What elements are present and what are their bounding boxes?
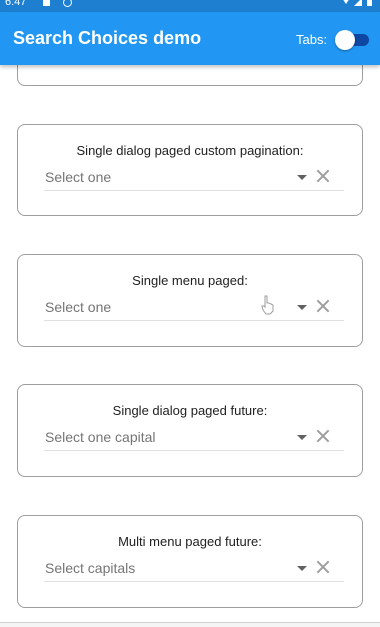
dropdown-arrow-icon[interactable] [297,566,307,571]
app-title: Search Choices demo [13,28,202,48]
card-single-menu-paged: Single menu paged: Select one [17,254,363,347]
select-field[interactable]: Select capitals [44,554,344,582]
bottom-edge [0,622,380,627]
card-partial [17,65,363,86]
switch-thumb [335,30,355,50]
card-single-dialog-custom-pagination: Single dialog paged custom pagination: S… [17,124,363,216]
select-hint: Select capitals [45,560,136,576]
clear-icon[interactable] [313,557,333,577]
clear-icon[interactable] [313,296,333,316]
tabs-switch[interactable] [335,30,370,50]
clear-icon[interactable] [313,426,333,446]
hand-cursor-icon [261,295,274,315]
card-multi-menu-paged-future: Multi menu paged future: Select capitals [17,515,363,608]
select-field[interactable]: Select one [44,293,344,321]
tabs-label: Tabs: [296,32,328,47]
card-label: Single dialog paged future: [112,403,268,418]
select-hint: Select one capital [45,429,156,445]
status-bar: 6:47 [0,0,380,12]
card-label: Single menu paged: [132,273,248,288]
select-hint: Select one [45,169,112,185]
scroll-content[interactable]: Single dialog paged custom pagination: S… [0,65,380,627]
app-bar: Search Choices demo Tabs: [0,12,380,65]
card-single-dialog-paged-future: Single dialog paged future: Select one c… [17,384,363,477]
card-label: Single dialog paged custom pagination: [76,143,304,158]
card-label: Multi menu paged future: [118,534,262,549]
dropdown-arrow-icon[interactable] [297,435,307,440]
dropdown-arrow-icon[interactable] [297,175,307,180]
clear-icon[interactable] [313,166,333,186]
select-hint: Select one [45,299,112,315]
dropdown-arrow-icon[interactable] [297,305,307,310]
sync-icon [63,0,72,7]
notification-icon [43,0,50,6]
signal-battery-icon [343,0,372,6]
select-field[interactable]: Select one capital [44,423,344,451]
select-field[interactable]: Select one [44,163,344,191]
status-time: 6:47 [5,0,27,8]
